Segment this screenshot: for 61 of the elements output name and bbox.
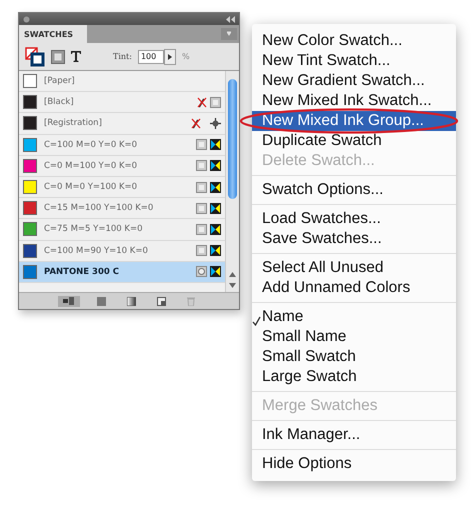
tint-label: Tint: [113, 52, 132, 61]
scroll-up-icon[interactable] [229, 272, 236, 277]
scroll-down-icon[interactable] [229, 283, 236, 288]
swatch-row[interactable]: C=0 M=0 Y=100 K=0 [19, 176, 225, 198]
process-color-icon [196, 202, 207, 214]
menu-item[interactable]: Swatch Options... [252, 180, 456, 200]
swatch-row[interactable]: [Black] [19, 92, 225, 114]
collapse-icon[interactable] [226, 16, 235, 22]
swatch-row[interactable]: C=75 M=5 Y=100 K=0 [19, 219, 225, 240]
check-icon [252, 316, 261, 326]
show-all-swatches-button[interactable] [58, 296, 80, 306]
spot-color-icon [196, 266, 207, 278]
tint-field[interactable]: 100 [138, 50, 164, 64]
swatch-row[interactable]: [Paper] [19, 71, 225, 92]
swatch-row[interactable]: C=15 M=100 Y=100 K=0 [19, 198, 225, 220]
menu-item[interactable]: Save Swatches... [252, 229, 456, 249]
menu-item[interactable]: Small Swatch [252, 347, 456, 367]
menu-item[interactable]: Ink Manager... [252, 425, 456, 445]
process-color-icon [196, 139, 207, 150]
process-color-icon [196, 160, 207, 172]
swatch-row[interactable]: C=0 M=100 Y=0 K=0 [19, 156, 225, 177]
cmyk-mode-icon [210, 224, 221, 235]
percent-sign: % [182, 52, 190, 61]
menu-item[interactable]: Add Unnamed Colors [252, 278, 456, 298]
menu-item[interactable]: Small Name [252, 327, 456, 347]
no-edit-icon [191, 118, 201, 129]
cmyk-mode-icon [210, 266, 221, 278]
text-icon[interactable] [71, 51, 81, 62]
scrollbar[interactable] [225, 71, 239, 292]
menu-item[interactable]: New Mixed Ink Swatch... [252, 91, 456, 111]
menu-item[interactable]: New Tint Swatch... [252, 51, 456, 71]
menu-item[interactable]: Name [252, 307, 456, 327]
menu-item[interactable]: Select All Unused [252, 258, 456, 278]
menu-item[interactable]: New Gradient Swatch... [252, 71, 456, 91]
panel-tab[interactable]: SWATCHES [19, 25, 88, 43]
process-color-icon [210, 96, 221, 108]
process-color-icon [196, 245, 207, 256]
swatch-row[interactable]: C=100 M=0 Y=0 K=0 [19, 134, 225, 156]
menu-item[interactable]: Large Swatch [252, 367, 456, 387]
menu-item[interactable]: Load Swatches... [252, 209, 456, 229]
swatch-row[interactable]: [Registration] [19, 113, 225, 135]
cmyk-mode-icon [210, 139, 221, 150]
menu-icon [227, 30, 231, 38]
cmyk-mode-icon [210, 202, 221, 214]
no-edit-icon [197, 96, 207, 108]
process-color-icon [196, 224, 207, 235]
right-arrow-icon [168, 54, 172, 60]
swatch-row[interactable]: PANTONE 300 C [19, 262, 225, 283]
close-icon[interactable] [23, 16, 30, 22]
cmyk-mode-icon [210, 245, 221, 256]
fill-stroke-icon[interactable] [25, 46, 45, 66]
process-color-icon [196, 182, 207, 193]
menu-item[interactable]: Duplicate Swatch [252, 131, 456, 151]
menu-item[interactable]: Hide Options [252, 454, 456, 474]
cmyk-mode-icon [210, 160, 221, 172]
tint-stepper-button[interactable] [164, 48, 176, 64]
panel-menu-button[interactable] [221, 28, 237, 40]
container-icon[interactable] [51, 50, 65, 64]
cmyk-mode-icon [210, 182, 221, 193]
menu-item[interactable]: New Color Swatch... [252, 31, 456, 51]
registration-target-icon [210, 118, 221, 129]
